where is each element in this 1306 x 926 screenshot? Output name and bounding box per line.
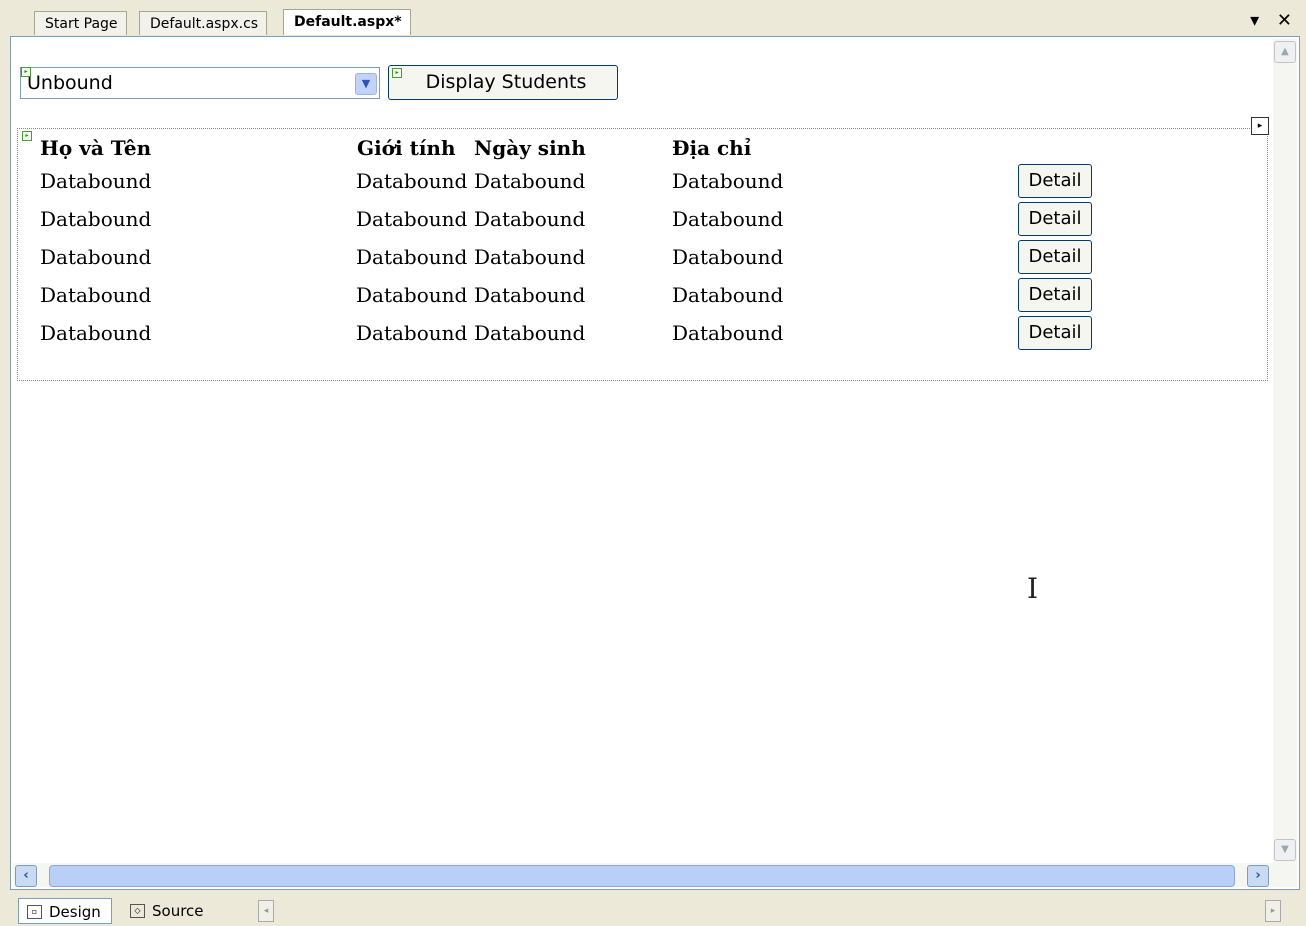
grid-tasks-icon[interactable]: ▸ — [1251, 117, 1269, 135]
cell-address: Databound — [672, 169, 784, 193]
source-icon: ◇ — [130, 904, 145, 918]
students-dropdown[interactable]: Unbound ▼ — [20, 67, 380, 99]
smart-tag-icon[interactable]: ▸ — [21, 67, 31, 77]
detail-button[interactable]: Detail — [1018, 278, 1092, 312]
text-cursor-icon: I — [1027, 572, 1039, 605]
tab-default-aspx-cs[interactable]: Default.aspx.cs — [139, 11, 268, 35]
scroll-up-icon[interactable]: ▲ — [1274, 41, 1296, 63]
header-address: Địa chỉ — [672, 136, 752, 160]
tab-default-aspx[interactable]: Default.aspx* — [283, 9, 411, 35]
horizontal-scrollbar[interactable]: ‹ › — [13, 863, 1297, 887]
tab-controls: ▾ ✕ — [1238, 10, 1292, 31]
design-view-tab[interactable]: ▫ Design — [18, 898, 112, 924]
cell-gender: Databound — [356, 283, 468, 307]
detail-button[interactable]: Detail — [1018, 240, 1092, 274]
detail-button[interactable]: Detail — [1018, 164, 1092, 198]
cell-birthdate: Databound — [474, 283, 586, 307]
cell-name: Databound — [40, 321, 152, 345]
detail-button[interactable]: Detail — [1018, 202, 1092, 236]
cell-name: Databound — [40, 283, 152, 307]
document-tab-strip: Start Page Default.aspx.cs Default.aspx*… — [0, 0, 1306, 37]
design-icon: ▫ — [27, 905, 42, 919]
cell-name: Databound — [40, 169, 152, 193]
cell-address: Databound — [672, 245, 784, 269]
cell-birthdate: Databound — [474, 207, 586, 231]
header-birthdate: Ngày sinh — [474, 136, 586, 160]
display-students-button[interactable]: Display Students — [388, 65, 618, 100]
view-switcher-bar: ▫ Design ◇ Source ◂ ▸ — [0, 895, 1306, 926]
scroll-left-icon[interactable]: ‹ — [15, 865, 37, 887]
header-gender: Giới tính — [357, 136, 456, 160]
tag-nav-left-icon[interactable]: ◂ — [258, 900, 274, 922]
cell-address: Databound — [672, 207, 784, 231]
cell-name: Databound — [40, 245, 152, 269]
cell-birthdate: Databound — [474, 169, 586, 193]
dropdown-value: Unbound — [27, 72, 113, 94]
vertical-scrollbar[interactable]: ▲ ▼ — [1273, 39, 1297, 863]
cell-birthdate: Databound — [474, 321, 586, 345]
chevron-down-icon[interactable]: ▼ — [355, 73, 377, 95]
cell-address: Databound — [672, 283, 784, 307]
cell-address: Databound — [672, 321, 784, 345]
cell-birthdate: Databound — [474, 245, 586, 269]
cell-gender: Databound — [356, 169, 468, 193]
scroll-right-icon[interactable]: › — [1247, 865, 1269, 887]
scroll-down-icon[interactable]: ▼ — [1274, 839, 1296, 861]
tab-start-page[interactable]: Start Page — [34, 11, 127, 35]
detail-button[interactable]: Detail — [1018, 316, 1092, 350]
horizontal-scroll-thumb[interactable] — [49, 865, 1235, 887]
tag-nav-right-icon[interactable]: ▸ — [1265, 900, 1281, 922]
smart-tag-icon[interactable]: ▸ — [22, 131, 32, 141]
source-view-label: Source — [152, 902, 204, 920]
cell-gender: Databound — [356, 321, 468, 345]
smart-tag-icon[interactable]: ▸ — [392, 68, 402, 78]
cell-gender: Databound — [356, 245, 468, 269]
window-position-icon[interactable]: ▾ — [1250, 10, 1259, 31]
cell-gender: Databound — [356, 207, 468, 231]
header-name: Họ và Tên — [40, 136, 152, 160]
source-view-tab[interactable]: ◇ Source — [122, 898, 214, 924]
cell-name: Databound — [40, 207, 152, 231]
design-view-label: Design — [49, 903, 101, 921]
close-icon[interactable]: ✕ — [1277, 10, 1292, 31]
